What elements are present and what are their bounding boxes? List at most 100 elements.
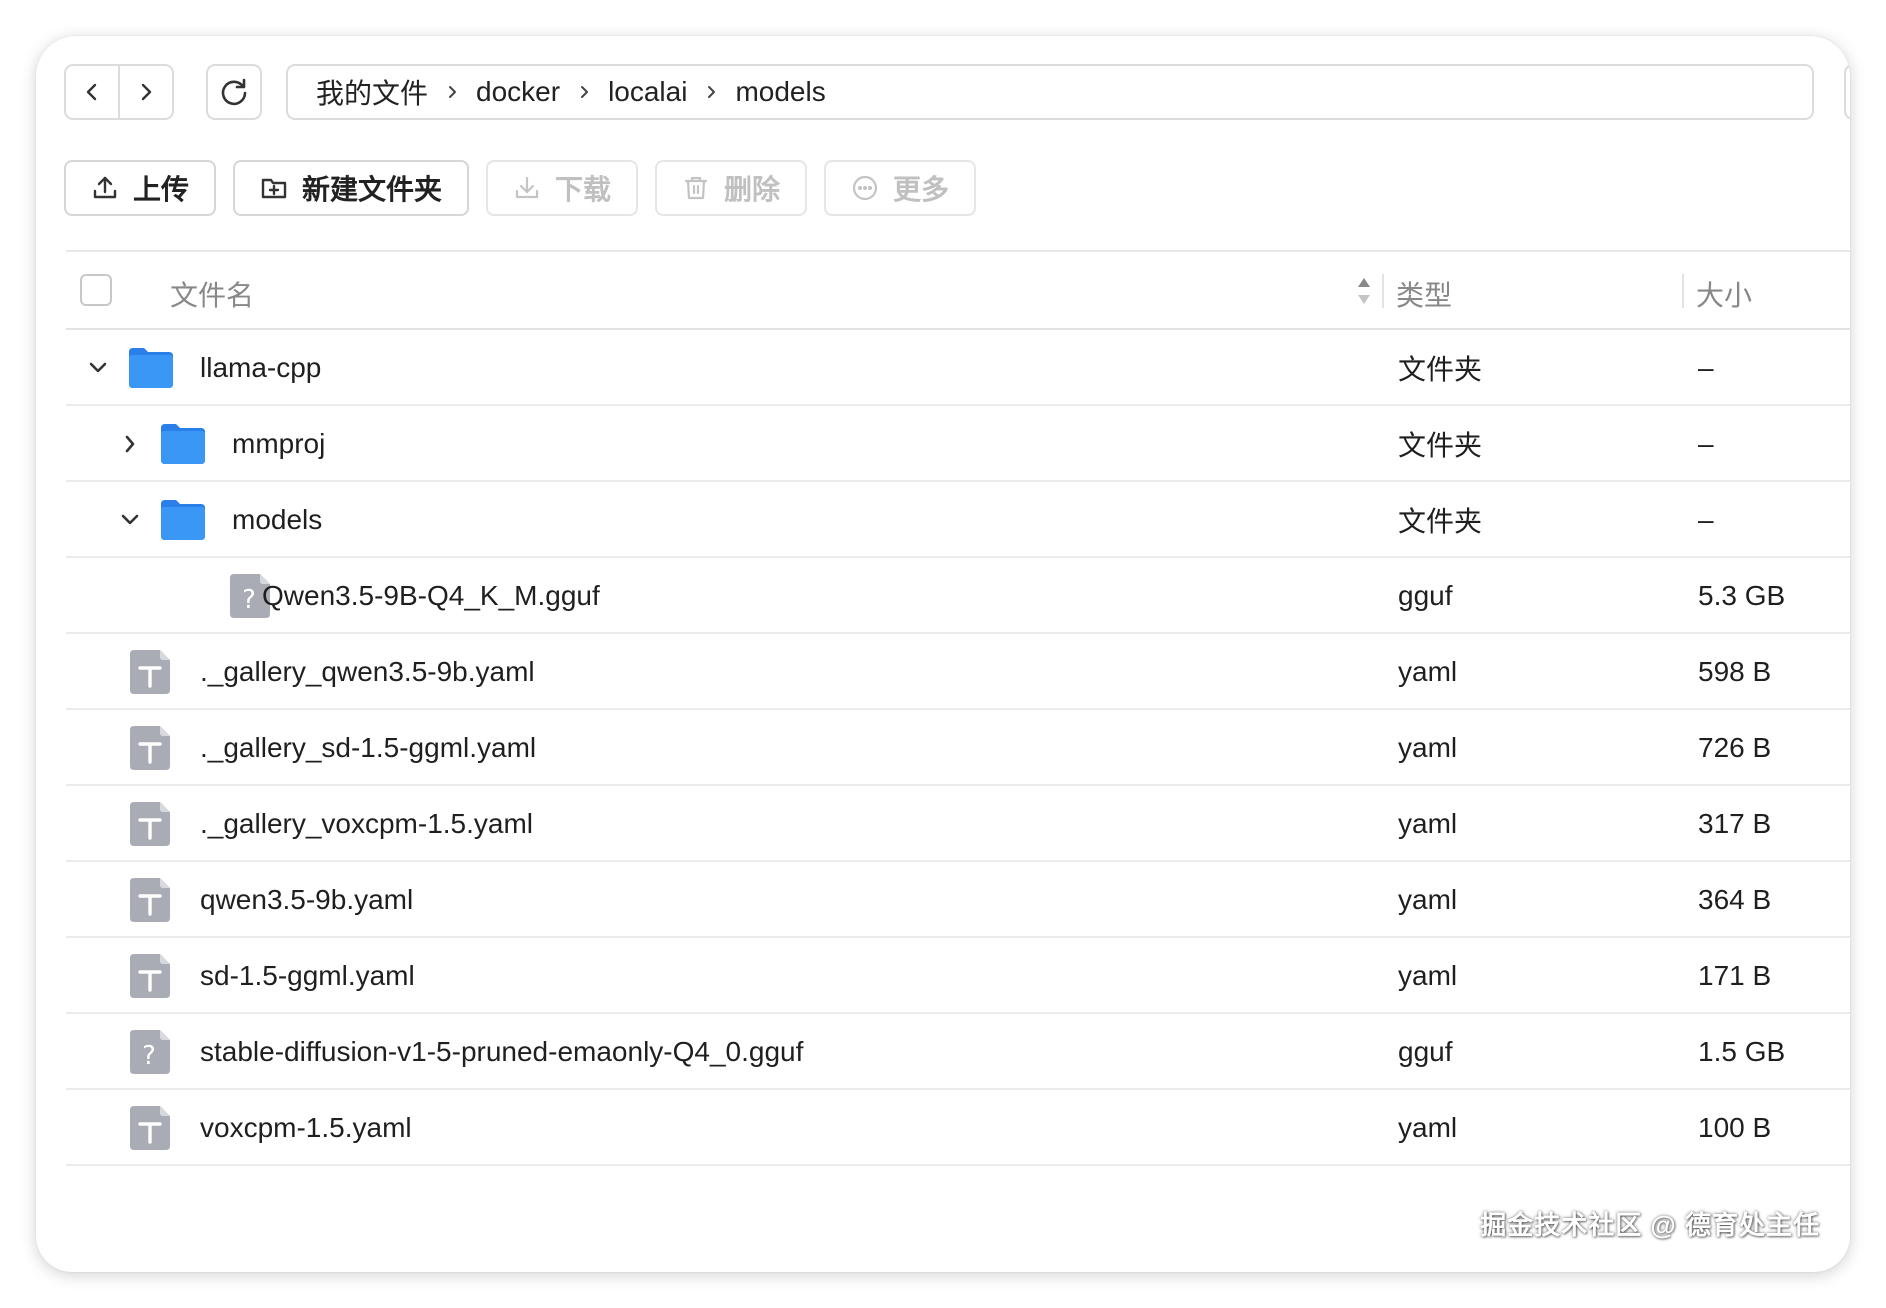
file-name[interactable]: sd-1.5-ggml.yaml bbox=[200, 938, 415, 1014]
table-row[interactable]: sd-1.5-ggml.yaml yaml 171 B bbox=[66, 938, 1850, 1014]
table-row[interactable]: ._gallery_voxcpm-1.5.yaml yaml 317 B bbox=[66, 786, 1850, 862]
folder-plus-icon bbox=[261, 178, 287, 199]
file-size: 726 B bbox=[1698, 732, 1772, 763]
file-name[interactable]: models bbox=[232, 482, 322, 558]
file-size: – bbox=[1698, 428, 1714, 459]
back-button[interactable] bbox=[66, 66, 118, 118]
file-size: 364 B bbox=[1698, 884, 1772, 915]
text-file-icon bbox=[128, 648, 174, 701]
file-name[interactable]: stable-diffusion-v1-5-pruned-emaonly-Q4_… bbox=[200, 1014, 803, 1090]
chevron-right-icon bbox=[428, 85, 476, 99]
svg-text:?: ? bbox=[142, 1041, 156, 1071]
file-type: 文件夹 bbox=[1398, 354, 1483, 385]
more-label: 更多 bbox=[892, 174, 949, 205]
text-file-icon bbox=[128, 1104, 174, 1157]
text-file-icon bbox=[128, 952, 174, 1005]
new-folder-label: 新建文件夹 bbox=[301, 174, 442, 205]
chevron-right-icon bbox=[687, 85, 735, 99]
column-divider[interactable] bbox=[1382, 274, 1384, 308]
breadcrumb: 我的文件 docker localai models bbox=[286, 64, 1814, 120]
refresh-button[interactable] bbox=[206, 64, 262, 120]
file-name[interactable]: voxcpm-1.5.yaml bbox=[200, 1090, 412, 1166]
table-row[interactable]: ._gallery_sd-1.5-ggml.yaml yaml 726 B bbox=[66, 710, 1850, 786]
file-type: yaml bbox=[1398, 656, 1458, 687]
table-row[interactable]: llama-cpp 文件夹 – bbox=[66, 330, 1850, 406]
folder-icon bbox=[126, 344, 176, 395]
chevron-right-icon bbox=[141, 83, 152, 101]
folder-icon bbox=[158, 496, 208, 547]
column-divider[interactable] bbox=[1682, 274, 1684, 308]
file-size: 317 B bbox=[1698, 808, 1772, 839]
download-icon bbox=[515, 176, 539, 199]
new-folder-button[interactable]: 新建文件夹 bbox=[233, 160, 469, 216]
table-row[interactable]: ? stable-diffusion-v1-5-pruned-emaonly-Q4… bbox=[66, 1014, 1850, 1090]
file-size: 100 B bbox=[1698, 1112, 1772, 1143]
upload-label: 上传 bbox=[132, 174, 189, 205]
file-type: yaml bbox=[1398, 732, 1458, 763]
text-file-icon bbox=[128, 724, 174, 777]
file-size: – bbox=[1698, 352, 1714, 383]
table-body: llama-cpp 文件夹 – mmproj 文件夹 – models 文件夹 –? Qwen3.… bbox=[66, 330, 1850, 1166]
file-name[interactable]: llama-cpp bbox=[200, 330, 321, 406]
file-name[interactable]: mmproj bbox=[232, 406, 325, 482]
file-size: 171 B bbox=[1698, 960, 1772, 991]
svg-text:?: ? bbox=[242, 585, 256, 615]
file-name[interactable]: ._gallery_qwen3.5-9b.yaml bbox=[200, 634, 535, 710]
table-row[interactable]: qwen3.5-9b.yaml yaml 364 B bbox=[66, 862, 1850, 938]
file-name[interactable]: qwen3.5-9b.yaml bbox=[200, 862, 413, 938]
table-row[interactable]: models 文件夹 – bbox=[66, 482, 1850, 558]
chevron-left-icon bbox=[86, 83, 97, 101]
watermark: 掘金技术社区 @ 德育处主任 bbox=[1480, 1210, 1820, 1240]
table-header: 文件名 类型 大小 bbox=[66, 250, 1850, 330]
trash-icon bbox=[684, 176, 708, 200]
file-table: 文件名 类型 大小 llama-cpp 文件夹 – mmproj 文件夹 – models 文… bbox=[66, 250, 1850, 1166]
upload-button[interactable]: 上传 bbox=[64, 160, 216, 216]
table-row[interactable]: mmproj 文件夹 – bbox=[66, 406, 1850, 482]
file-name[interactable]: ._gallery_voxcpm-1.5.yaml bbox=[200, 786, 533, 862]
chevron-right-icon bbox=[560, 85, 608, 99]
file-size: 1.5 GB bbox=[1698, 1036, 1786, 1067]
unknown-file-icon: ? bbox=[128, 1028, 174, 1081]
download-label: 下载 bbox=[554, 174, 611, 205]
text-file-icon bbox=[128, 876, 174, 929]
select-all-checkbox[interactable] bbox=[80, 274, 112, 306]
history-nav-group bbox=[64, 64, 174, 120]
table-row[interactable]: voxcpm-1.5.yaml yaml 100 B bbox=[66, 1090, 1850, 1166]
forward-button[interactable] bbox=[118, 66, 172, 118]
column-header-name[interactable]: 文件名 bbox=[170, 274, 254, 314]
chevron-down-icon[interactable] bbox=[84, 354, 112, 382]
file-size: – bbox=[1698, 504, 1714, 535]
file-manager-window: 我的文件 docker localai models 上传 新建文件夹 下载 删… bbox=[36, 36, 1850, 1272]
file-type: yaml bbox=[1398, 1112, 1458, 1143]
file-size: 598 B bbox=[1698, 656, 1772, 687]
breadcrumb-item-models[interactable]: models bbox=[735, 76, 825, 108]
download-button[interactable]: 下载 bbox=[486, 160, 638, 216]
file-name[interactable]: Qwen3.5-9B-Q4_K_M.gguf bbox=[262, 558, 600, 634]
table-row[interactable]: ._gallery_qwen3.5-9b.yaml yaml 598 B bbox=[66, 634, 1850, 710]
file-type: 文件夹 bbox=[1398, 506, 1483, 537]
file-type: 文件夹 bbox=[1398, 430, 1483, 461]
folder-icon bbox=[158, 420, 208, 471]
toolbar: 上传 新建文件夹 下载 删除 更多 bbox=[64, 160, 976, 216]
table-row[interactable]: ? Qwen3.5-9B-Q4_K_M.gguf gguf 5.3 GB bbox=[66, 558, 1850, 634]
delete-button[interactable]: 删除 bbox=[655, 160, 807, 216]
column-header-size[interactable]: 大小 bbox=[1696, 274, 1752, 314]
more-button[interactable]: 更多 bbox=[824, 160, 976, 216]
file-type: yaml bbox=[1398, 960, 1458, 991]
breadcrumb-item-my-files[interactable]: 我的文件 bbox=[316, 72, 428, 112]
sort-icon[interactable] bbox=[1356, 274, 1372, 315]
file-name[interactable]: ._gallery_sd-1.5-ggml.yaml bbox=[200, 710, 536, 786]
more-circle-icon bbox=[852, 175, 878, 201]
refresh-icon bbox=[221, 78, 247, 106]
file-type: yaml bbox=[1398, 808, 1458, 839]
search-box-edge[interactable] bbox=[1844, 64, 1850, 120]
delete-label: 删除 bbox=[723, 174, 780, 205]
file-type: gguf bbox=[1398, 580, 1453, 611]
chevron-down-icon[interactable] bbox=[116, 506, 144, 534]
chevron-right-icon[interactable] bbox=[116, 430, 144, 458]
text-file-icon bbox=[128, 800, 174, 853]
file-type: gguf bbox=[1398, 1036, 1453, 1067]
column-header-type[interactable]: 类型 bbox=[1396, 274, 1452, 314]
breadcrumb-item-docker[interactable]: docker bbox=[476, 76, 560, 108]
breadcrumb-item-localai[interactable]: localai bbox=[608, 76, 687, 108]
